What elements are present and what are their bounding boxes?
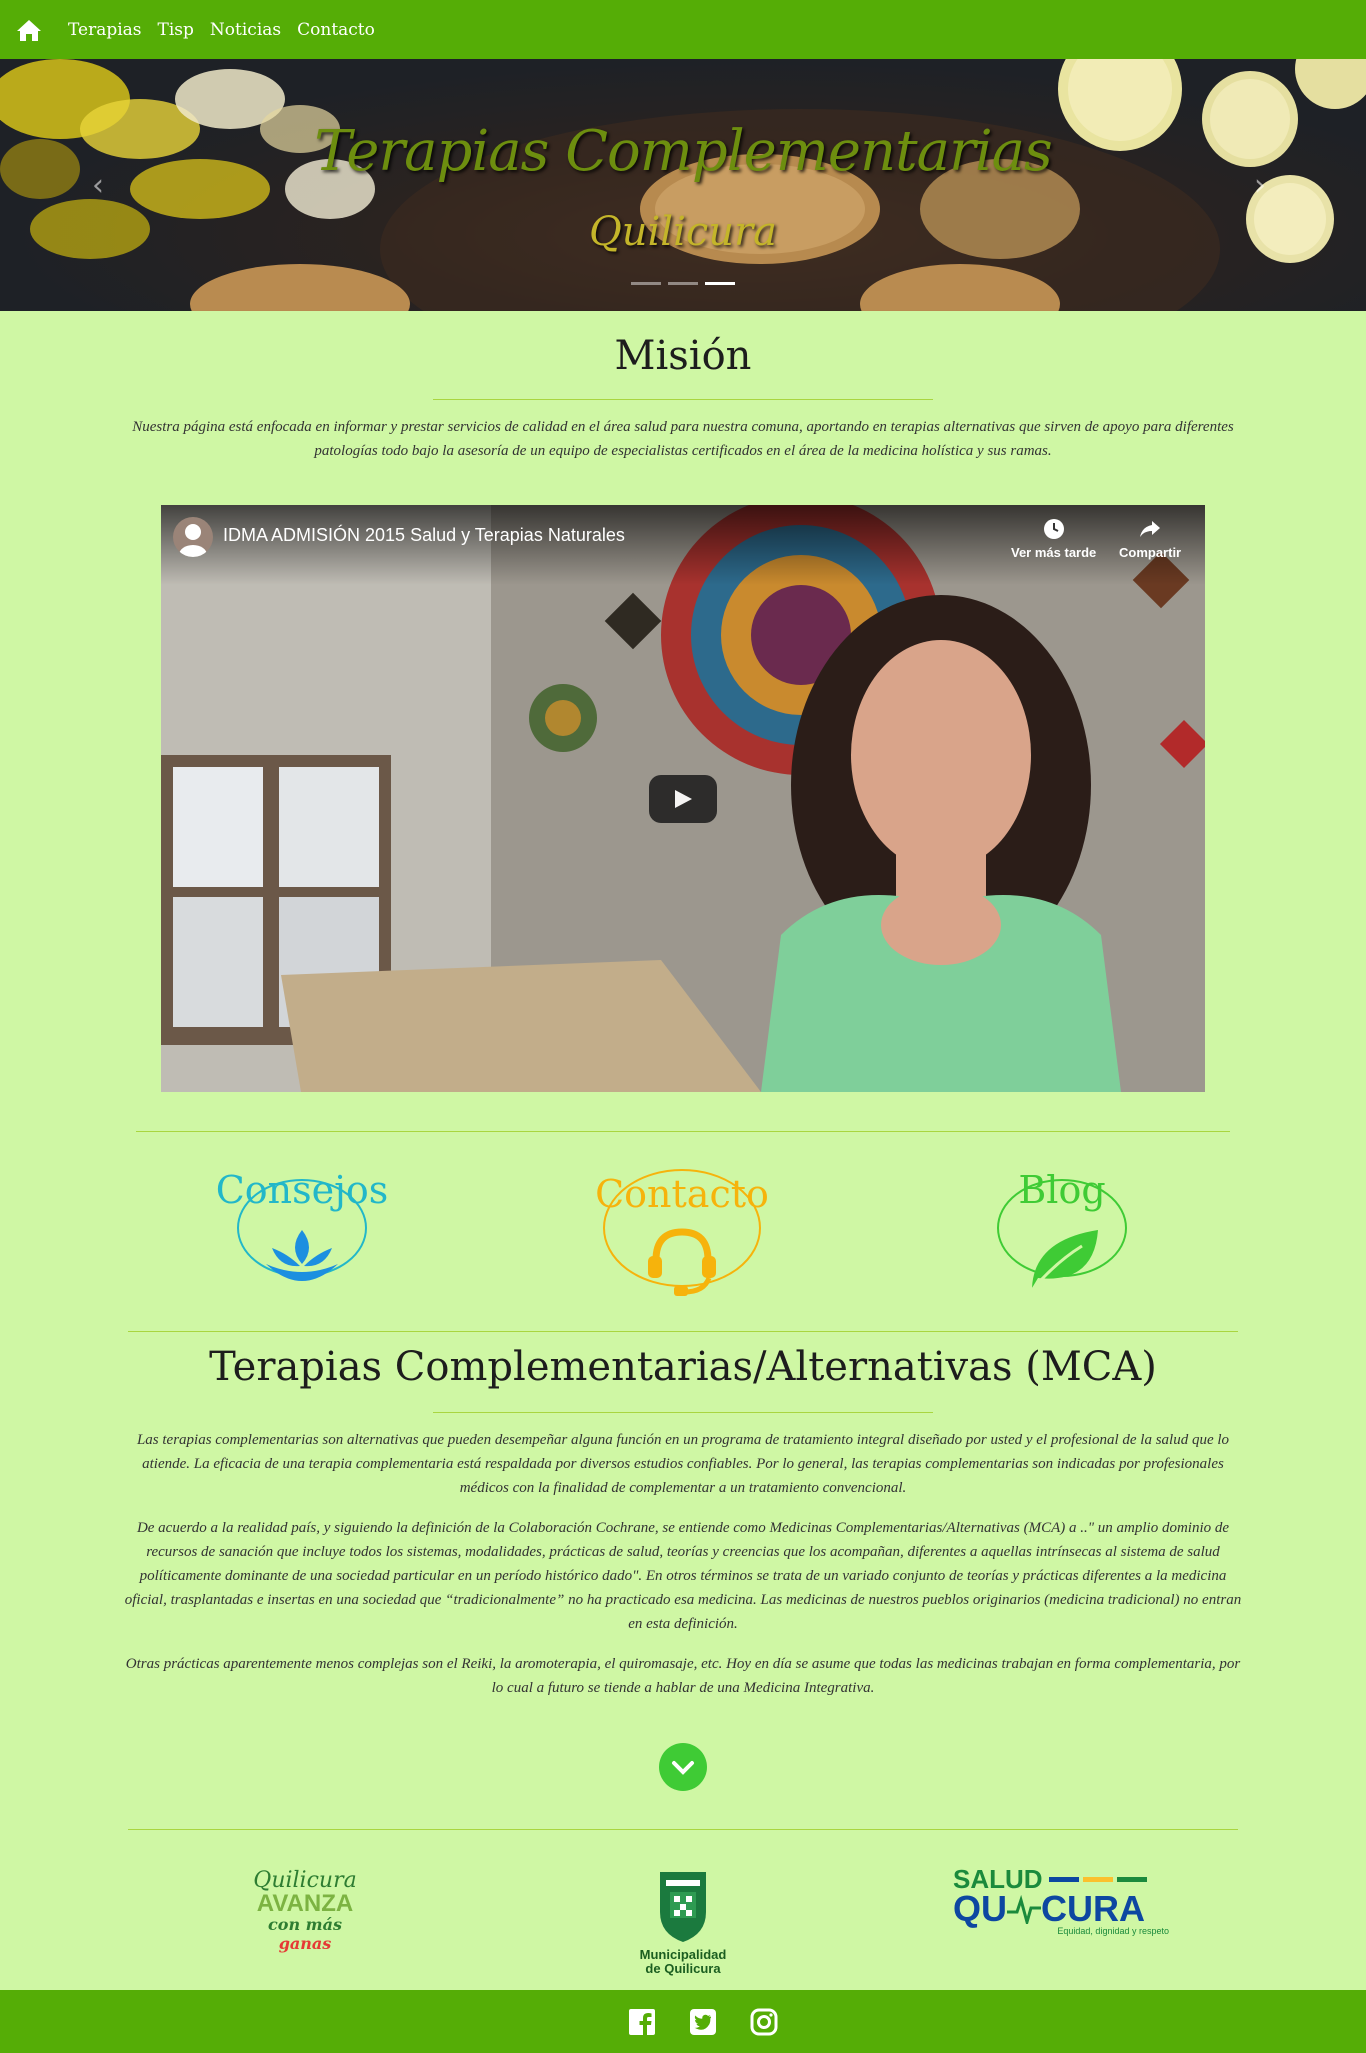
nav-link-contacto[interactable]: Contacto	[297, 20, 375, 40]
heartbeat-icon	[1007, 1894, 1041, 1924]
chevron-down-icon	[672, 1761, 694, 1775]
mca-text-line: atiende. La eficacia de una terapia comp…	[142, 1456, 1224, 1472]
mca-paragraph-3: Otras prácticas aparentemente menos comp…	[120, 1652, 1246, 1700]
blog-link[interactable]: Blog	[952, 1168, 1172, 1318]
mca-title: Terapias Complementarias/Alternativas (M…	[209, 1344, 1157, 1390]
municipalidad-line2: de Quilicura	[645, 1961, 721, 1976]
avanza-mid: AVANZA	[256, 1890, 354, 1917]
share-icon	[1140, 521, 1161, 537]
municipalidad-logo[interactable]: Municipalidad de Quilicura	[630, 1868, 736, 1980]
carousel-indicator-2[interactable]	[668, 282, 698, 285]
salud-quilicura-logo[interactable]: SALUD QU CURA Equidad, dignidad y respet…	[953, 1866, 1175, 1946]
play-icon	[675, 790, 692, 808]
quilicura-avanza-logo[interactable]: Quilicura AVANZA con más ganas	[240, 1868, 370, 1953]
scroll-down-button[interactable]	[659, 1743, 707, 1791]
navbar: Terapias Tisp Noticias Contacto	[0, 0, 1366, 59]
mision-text-line: Nuestra página está enfocada en informar…	[132, 419, 1234, 435]
play-button[interactable]	[649, 775, 717, 823]
consejos-label: Consejos	[215, 1168, 389, 1212]
nav-link-noticias[interactable]: Noticias	[210, 20, 281, 40]
mca-paragraph-1: Las terapias complementarias son alterna…	[120, 1428, 1246, 1500]
divider	[433, 399, 933, 400]
carousel-indicator-3[interactable]	[705, 282, 735, 285]
mca-paragraph-2: De acuerdo a la realidad país, y siguien…	[120, 1516, 1246, 1636]
mca-text-line: políticamente dominante de una sociedad …	[139, 1568, 1227, 1584]
instagram-icon[interactable]	[750, 2008, 778, 2036]
consejos-link[interactable]: Consejos	[192, 1168, 412, 1318]
nav-link-tisp[interactable]: Tisp	[158, 20, 194, 40]
mca-text-line: Las terapias complementarias son alterna…	[136, 1432, 1230, 1448]
municipalidad-line1: Municipalidad	[639, 1947, 727, 1962]
hero-background-image	[0, 59, 1366, 311]
mca-text-line: médicos con la finalidad de complementar…	[459, 1480, 907, 1496]
carousel-indicator-1[interactable]	[631, 282, 661, 285]
salud-bar-blue	[1048, 1876, 1079, 1882]
share-button[interactable]: Compartir	[1119, 517, 1181, 560]
divider	[433, 1412, 933, 1413]
channel-avatar[interactable]	[173, 517, 213, 557]
mca-text-line: De acuerdo a la realidad país, y siguien…	[136, 1520, 1230, 1536]
salud-bar-yellow	[1082, 1876, 1113, 1882]
avanza-bottom-b: ganas	[278, 1934, 332, 1953]
video-player[interactable]: IDMA ADMISIÓN 2015 Salud y Terapias Natu…	[161, 505, 1205, 1092]
hero-title: Terapias Complementarias	[314, 119, 1053, 184]
mca-text-line: Otras prácticas aparentemente menos comp…	[125, 1656, 1241, 1672]
nav-link-terapias[interactable]: Terapias	[68, 20, 142, 40]
mision-title: Misión	[614, 333, 752, 379]
divider	[128, 1829, 1238, 1830]
footer	[0, 1990, 1366, 2053]
salud-bar-green	[1116, 1876, 1147, 1882]
clock-icon	[1043, 519, 1064, 539]
avanza-bottom-a: con más	[268, 1915, 342, 1934]
watch-later-label: Ver más tarde	[1011, 545, 1097, 560]
salud-cura: CURA	[1041, 1888, 1145, 1929]
blog-label: Blog	[1018, 1168, 1106, 1212]
twitter-icon[interactable]	[689, 2008, 717, 2036]
video-title[interactable]: IDMA ADMISIÓN 2015 Salud y Terapias Natu…	[223, 525, 625, 546]
mca-text-line: recursos de sanación que incluye todos l…	[146, 1544, 1220, 1560]
carousel-indicators	[631, 282, 735, 285]
hero-carousel: Terapias Complementarias Quilicura ‹ ›	[0, 59, 1366, 311]
contacto-label: Contacto	[595, 1172, 769, 1216]
chevron-left-icon[interactable]: ‹	[92, 171, 104, 201]
watch-later-button[interactable]: Ver más tarde	[1011, 517, 1096, 560]
mca-text-line: en esta definición.	[628, 1616, 738, 1632]
chevron-right-icon[interactable]: ›	[1254, 171, 1266, 201]
shield-icon	[660, 1872, 706, 1942]
divider	[136, 1131, 1230, 1132]
hero-subtitle: Quilicura	[588, 209, 778, 255]
contacto-link[interactable]: Contacto	[572, 1160, 792, 1310]
share-label: Compartir	[1119, 545, 1182, 560]
mision-text-line: patologías todo bajo la asesoría de un e…	[314, 443, 1052, 459]
mision-text: Nuestra página está enfocada en informar…	[120, 415, 1246, 463]
mca-text-line: oficial, trasplantadas e insertas en una…	[124, 1592, 1242, 1608]
facebook-icon[interactable]	[628, 2008, 656, 2036]
salud-qu: QU	[953, 1888, 1007, 1929]
home-icon[interactable]	[16, 18, 42, 42]
divider	[128, 1331, 1238, 1332]
mca-text-line: lo cual a futuro se tiende a hablar de u…	[491, 1680, 875, 1696]
